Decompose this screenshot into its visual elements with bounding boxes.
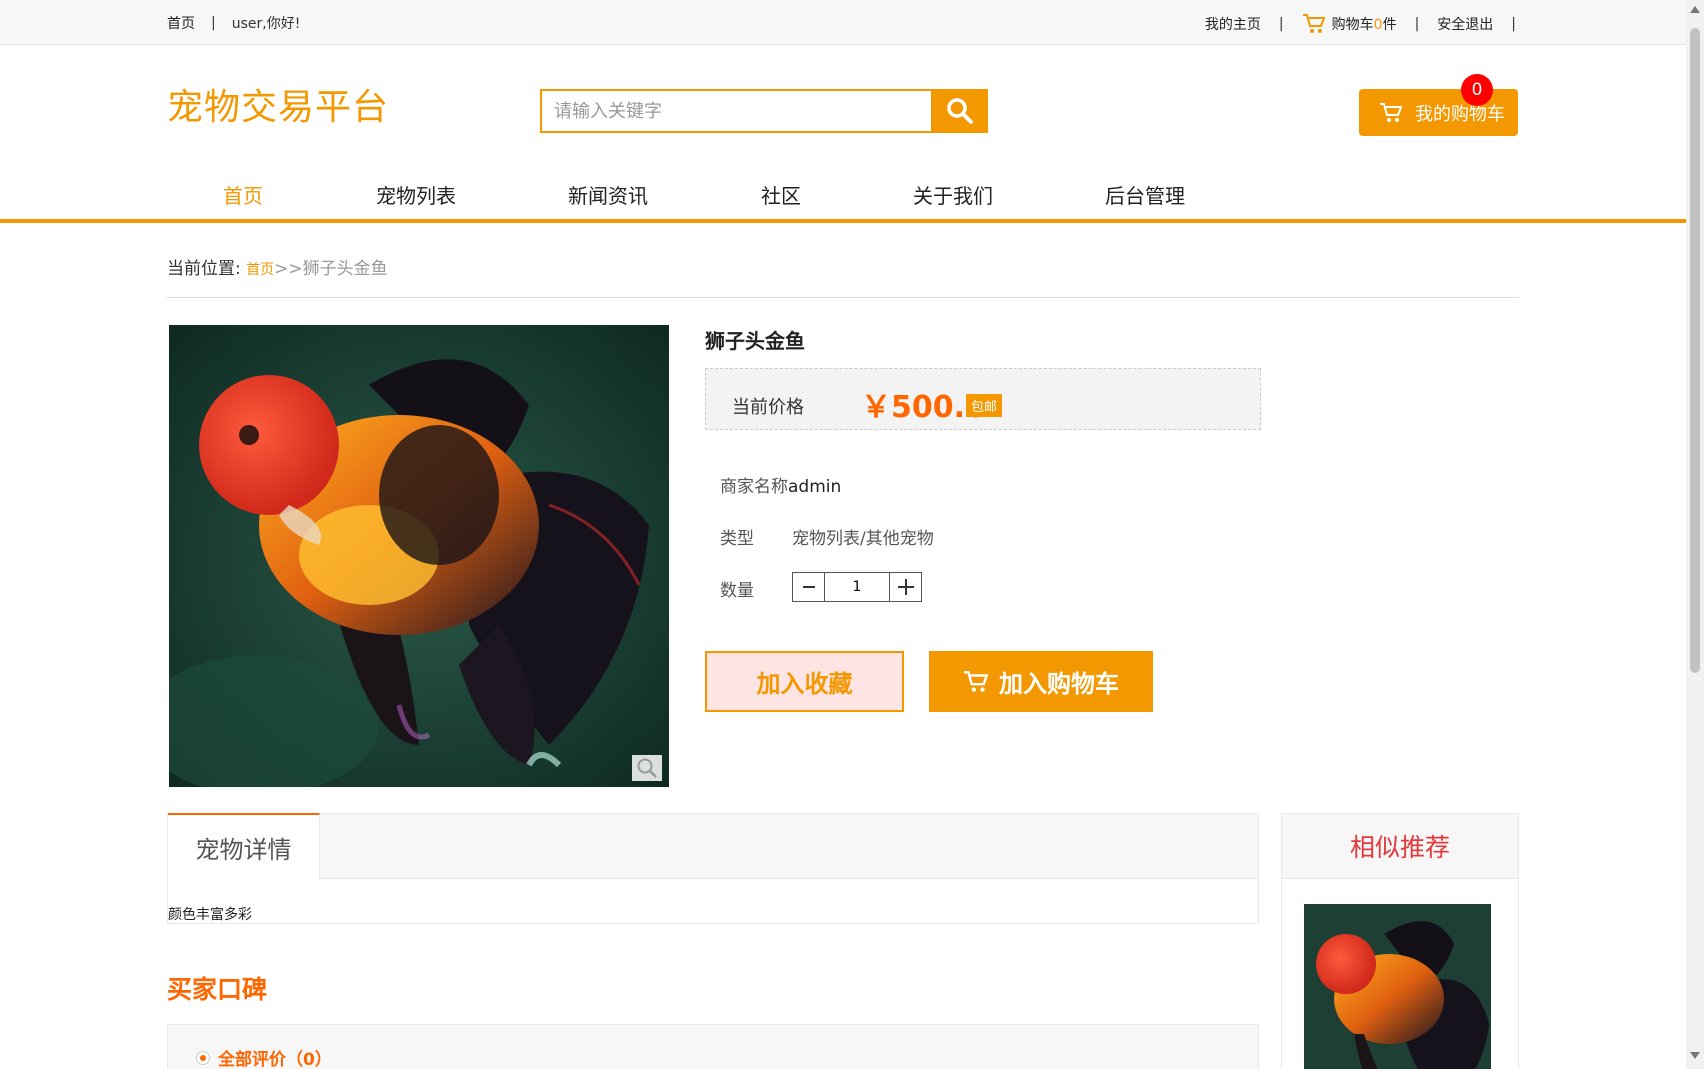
free-shipping-badge: 包邮 bbox=[966, 394, 1003, 417]
merchant-row: 商家名称admin bbox=[720, 472, 841, 497]
reviews-title: 买家口碑 bbox=[167, 975, 268, 1004]
my-cart-button[interactable]: 我的购物车 bbox=[1359, 89, 1518, 136]
detail-tabs: 宠物详情 bbox=[168, 813, 1258, 879]
detail-panel: 宠物详情 颜色丰富多彩 bbox=[167, 813, 1259, 924]
minus-icon bbox=[802, 586, 815, 588]
tab-pet-detail[interactable]: 宠物详情 bbox=[168, 813, 320, 879]
merchant-name: admin bbox=[788, 477, 842, 497]
similar-panel: 相似推荐 bbox=[1281, 813, 1519, 1069]
main-nav: 首页 宠物列表 新闻资讯 社区 关于我们 后台管理 bbox=[0, 160, 1686, 223]
breadcrumb-sep: >> bbox=[274, 259, 303, 279]
similar-title: 相似推荐 bbox=[1282, 814, 1518, 879]
type-row: 类型 宠物列表/其他宠物 bbox=[720, 524, 934, 549]
nav-community[interactable]: 社区 bbox=[761, 180, 801, 209]
product-title: 狮子头金鱼 bbox=[705, 329, 805, 353]
qty-row: 数量 bbox=[720, 576, 754, 601]
reviews-panel: 全部评价（0） bbox=[167, 1024, 1259, 1069]
merchant-label: 商家名称 bbox=[720, 477, 788, 497]
separator: | bbox=[1278, 16, 1284, 32]
cart-icon bbox=[964, 670, 989, 692]
qty-label: 数量 bbox=[720, 581, 754, 601]
nav-news[interactable]: 新闻资讯 bbox=[568, 180, 648, 209]
breadcrumb-home[interactable]: 首页 bbox=[246, 262, 274, 278]
price-label: 当前价格 bbox=[732, 397, 804, 418]
plus-icon bbox=[897, 579, 914, 595]
scroll-down-arrow-icon[interactable] bbox=[1690, 1052, 1700, 1059]
search-input[interactable] bbox=[540, 89, 931, 133]
breadcrumb: 当前位置: 首页>>狮子头金鱼 bbox=[167, 254, 388, 279]
my-cart-label: 我的购物车 bbox=[1415, 103, 1505, 125]
product-image[interactable] bbox=[169, 325, 669, 787]
scroll-up-arrow-icon[interactable] bbox=[1690, 6, 1700, 13]
nav-admin[interactable]: 后台管理 bbox=[1105, 180, 1185, 209]
separator: | bbox=[211, 15, 216, 31]
type-label: 类型 bbox=[720, 529, 754, 549]
nav-home[interactable]: 首页 bbox=[223, 180, 263, 209]
site-logo[interactable]: 宠物交易平台 bbox=[167, 78, 389, 130]
qty-minus-button[interactable] bbox=[793, 573, 825, 601]
separator: | bbox=[1511, 16, 1516, 32]
add-favorite-button[interactable]: 加入收藏 bbox=[705, 651, 904, 712]
search-icon bbox=[946, 98, 973, 124]
separator: | bbox=[1414, 16, 1420, 32]
cart-unit: 件 bbox=[1382, 17, 1397, 33]
cart-label: 购物车 bbox=[1331, 17, 1374, 33]
cart-count: 0 bbox=[1373, 17, 1383, 33]
radio-selected-icon bbox=[196, 1050, 210, 1065]
review-filter-all[interactable]: 全部评价（0） bbox=[196, 1045, 332, 1069]
add-to-cart-label: 加入购物车 bbox=[999, 670, 1119, 698]
cart-icon bbox=[1380, 102, 1403, 122]
page-scrollbar[interactable] bbox=[1686, 0, 1704, 1069]
scrollbar-thumb[interactable] bbox=[1690, 28, 1700, 673]
top-home-link[interactable]: 首页 bbox=[167, 13, 195, 33]
cart-icon bbox=[1302, 14, 1326, 33]
cart-badge: 0 bbox=[1461, 74, 1493, 106]
nav-about[interactable]: 关于我们 bbox=[913, 180, 993, 209]
greeting: user,你好! bbox=[231, 16, 301, 32]
price-box: 当前价格 ￥500.0 包邮 bbox=[705, 368, 1261, 430]
top-bar: 首页 | user,你好! 我的主页 | 购物车0件 | 安全退出 | bbox=[0, 0, 1686, 45]
review-filter-label: 全部评价（0） bbox=[218, 1050, 332, 1069]
quantity-stepper bbox=[792, 572, 922, 602]
qty-input[interactable] bbox=[825, 573, 889, 601]
top-cart-link[interactable]: 购物车0件 bbox=[1302, 13, 1397, 35]
divider bbox=[167, 297, 1519, 298]
breadcrumb-label: 当前位置: bbox=[167, 259, 241, 279]
search-button[interactable] bbox=[931, 89, 988, 133]
type-value: 宠物列表/其他宠物 bbox=[792, 529, 934, 549]
qty-plus-button[interactable] bbox=[889, 573, 921, 601]
logout-link[interactable]: 安全退出 bbox=[1437, 14, 1493, 34]
detail-text: 颜色丰富多彩 bbox=[168, 907, 252, 923]
breadcrumb-current: 狮子头金鱼 bbox=[302, 259, 388, 279]
zoom-button[interactable] bbox=[632, 755, 662, 781]
search-bar bbox=[540, 89, 988, 133]
similar-item-image[interactable] bbox=[1304, 904, 1491, 1069]
magnifier-icon bbox=[637, 758, 657, 778]
add-to-cart-button[interactable]: 加入购物车 bbox=[929, 651, 1153, 712]
my-home-link[interactable]: 我的主页 bbox=[1205, 14, 1261, 34]
nav-pet-list[interactable]: 宠物列表 bbox=[376, 180, 456, 209]
